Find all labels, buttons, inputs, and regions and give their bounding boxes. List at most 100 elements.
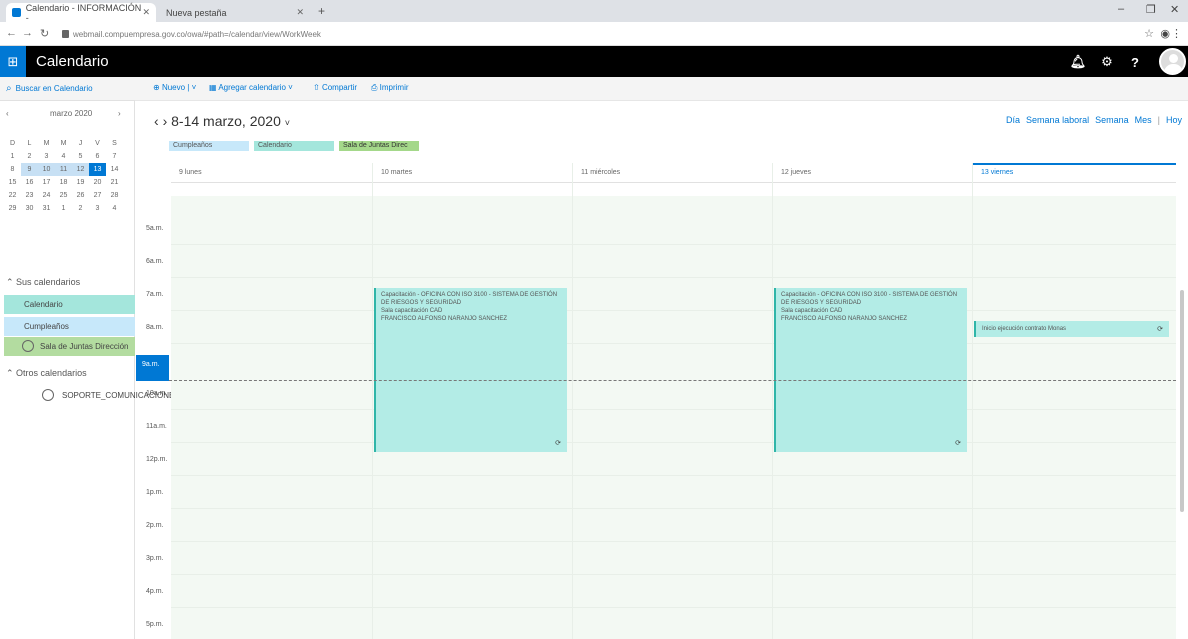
chevron-up-icon: ⌃ — [6, 277, 17, 287]
tab-title: Calendario - INFORMACIÓN - — [25, 2, 142, 23]
calendar-item-sala-juntas[interactable]: Sala de Juntas Dirección — [4, 337, 135, 356]
mini-month-label[interactable]: marzo 2020 — [50, 109, 92, 118]
help-icon[interactable]: ? — [1122, 52, 1148, 72]
mini-prev-month-icon[interactable]: ‹ — [6, 109, 9, 118]
close-tab-icon[interactable]: ✕ — [142, 7, 150, 18]
calendar-grid[interactable] — [171, 196, 1176, 639]
browser-tab-active[interactable]: Calendario - INFORMACIÓN - ✕ — [6, 2, 156, 23]
grid-line — [171, 442, 1176, 443]
url-field[interactable]: webmail.compuempresa.gov.co/owa/#path=/c… — [62, 26, 1142, 42]
mini-day[interactable]: 14 — [106, 163, 123, 176]
add-calendar-button[interactable]: ▦ Agregar calendario ˅ — [209, 83, 293, 92]
mini-day[interactable]: 7 — [106, 150, 123, 163]
view-today[interactable]: Hoy — [1166, 115, 1182, 125]
mini-day[interactable]: 11 — [55, 163, 72, 176]
mini-day[interactable]: 25 — [55, 189, 72, 202]
back-icon[interactable]: ← — [6, 27, 17, 39]
view-week[interactable]: Semana — [1095, 115, 1129, 125]
day-header-selected[interactable]: 13 viernes — [981, 169, 1013, 176]
new-button[interactable]: ⊕ Nuevo | ˅ — [153, 83, 196, 92]
mini-day[interactable]: 29 — [4, 202, 21, 215]
mini-day-today[interactable]: 13 — [89, 163, 106, 176]
event-title: Capacitación - OFICINA CON ISO 3100 - SI… — [781, 292, 958, 306]
mini-day[interactable]: 1 — [4, 150, 21, 163]
mini-day[interactable]: 20 — [89, 176, 106, 189]
forward-icon[interactable]: → — [22, 27, 33, 39]
day-header[interactable]: 12 jueves — [781, 169, 811, 176]
app-launcher-icon[interactable]: ⊞ — [0, 46, 26, 77]
mini-day[interactable]: 30 — [21, 202, 38, 215]
mini-day[interactable]: 10 — [38, 163, 55, 176]
browser-menu-icon[interactable]: ⋮ — [1171, 27, 1182, 40]
calendar-item-soporte[interactable]: SOPORTE_COMUNICACIONES — [4, 386, 180, 405]
my-calendars-toggle[interactable]: ⌃ Sus calendarios — [6, 277, 80, 288]
gear-icon[interactable]: ⚙ — [1094, 52, 1120, 72]
calendar-event[interactable]: Inicio ejecución contrato Monas ⟳ — [974, 321, 1169, 337]
view-month[interactable]: Mes — [1135, 115, 1152, 125]
mini-day[interactable]: 3 — [89, 202, 106, 215]
close-window-icon[interactable]: ✕ — [1170, 3, 1179, 16]
share-button[interactable]: ⇧ Compartir — [313, 83, 357, 92]
maximize-icon[interactable]: ❐ — [1146, 3, 1156, 16]
mini-day[interactable]: 12 — [72, 163, 89, 176]
reload-icon[interactable]: ↻ — [40, 27, 49, 40]
mini-day[interactable]: 3 — [38, 150, 55, 163]
date-range-label[interactable]: 8-14 marzo, 2020 — [171, 113, 281, 129]
profile-icon[interactable]: ◉ — [1160, 27, 1170, 40]
calendar-chip-cumpleanos[interactable]: Cumpleaños — [169, 141, 249, 151]
mini-day[interactable]: 31 — [38, 202, 55, 215]
mini-day[interactable]: 22 — [4, 189, 21, 202]
mini-day[interactable]: 21 — [106, 176, 123, 189]
weekday: M — [43, 140, 50, 147]
mini-day[interactable]: 28 — [106, 189, 123, 202]
next-week-icon[interactable]: › — [163, 113, 168, 129]
mini-day[interactable]: 16 — [21, 176, 38, 189]
calendar-item-cumpleanos[interactable]: Cumpleaños — [4, 317, 135, 336]
calendar-chip-sala-juntas[interactable]: Sala de Juntas Direc — [339, 141, 419, 151]
bell-icon[interactable]: 🔔︎ — [1065, 52, 1091, 72]
mini-next-month-icon[interactable]: › — [118, 109, 121, 118]
mini-day[interactable]: 4 — [55, 150, 72, 163]
weekday: D — [9, 140, 16, 147]
mini-day[interactable]: 24 — [38, 189, 55, 202]
avatar[interactable] — [1159, 48, 1186, 75]
mini-day[interactable]: 5 — [72, 150, 89, 163]
search-calendar[interactable]: ⌕ Buscar en Calendario — [0, 77, 135, 101]
mini-day[interactable]: 19 — [72, 176, 89, 189]
calendar-event[interactable]: Capacitación - OFICINA CON ISO 3100 - SI… — [374, 288, 567, 452]
mini-day[interactable]: 2 — [72, 202, 89, 215]
mini-day[interactable]: 8 — [4, 163, 21, 176]
browser-tab-inactive[interactable]: Nueva pestaña ✕ — [160, 3, 310, 22]
mini-day[interactable]: 17 — [38, 176, 55, 189]
day-header[interactable]: 10 martes — [381, 169, 412, 176]
mini-day[interactable]: 18 — [55, 176, 72, 189]
mini-day[interactable]: 6 — [89, 150, 106, 163]
print-button[interactable]: ⎙ Imprimir — [371, 83, 409, 93]
mini-day[interactable]: 15 — [4, 176, 21, 189]
mini-day[interactable]: 2 — [21, 150, 38, 163]
event-location: Sala capacitación CAD — [381, 308, 443, 314]
other-calendars-toggle[interactable]: ⌃ Otros calendarios — [6, 368, 87, 379]
view-work-week[interactable]: Semana laboral — [1026, 115, 1089, 125]
mini-day[interactable]: 4 — [106, 202, 123, 215]
mini-day[interactable]: 9 — [21, 163, 38, 176]
calendar-chip-calendario[interactable]: Calendario — [254, 141, 334, 151]
address-bar-row: ← → ↻ webmail.compuempresa.gov.co/owa/#p… — [0, 22, 1188, 46]
mini-day[interactable]: 23 — [21, 189, 38, 202]
prev-week-icon[interactable]: ‹ — [154, 113, 159, 129]
vertical-scrollbar[interactable] — [1180, 290, 1184, 512]
new-tab-icon[interactable]: + — [318, 4, 325, 18]
day-header[interactable]: 11 miércoles — [581, 169, 620, 176]
mini-day[interactable]: 1 — [55, 202, 72, 215]
minimize-icon[interactable]: – — [1118, 3, 1124, 15]
chevron-down-icon[interactable]: ˅ — [285, 118, 290, 128]
close-tab-icon[interactable]: ✕ — [296, 7, 304, 18]
calendar-item-calendario[interactable]: Calendario — [4, 295, 135, 314]
day-header[interactable]: 9 lunes — [179, 169, 202, 176]
mini-week-row-selected: 8 9 10 11 12 13 14 — [4, 163, 130, 176]
view-day[interactable]: Día — [1006, 115, 1020, 125]
mini-day[interactable]: 26 — [72, 189, 89, 202]
calendar-event[interactable]: Capacitación - OFICINA CON ISO 3100 - SI… — [774, 288, 967, 452]
bookmark-star-icon[interactable]: ☆ — [1144, 27, 1154, 40]
mini-day[interactable]: 27 — [89, 189, 106, 202]
